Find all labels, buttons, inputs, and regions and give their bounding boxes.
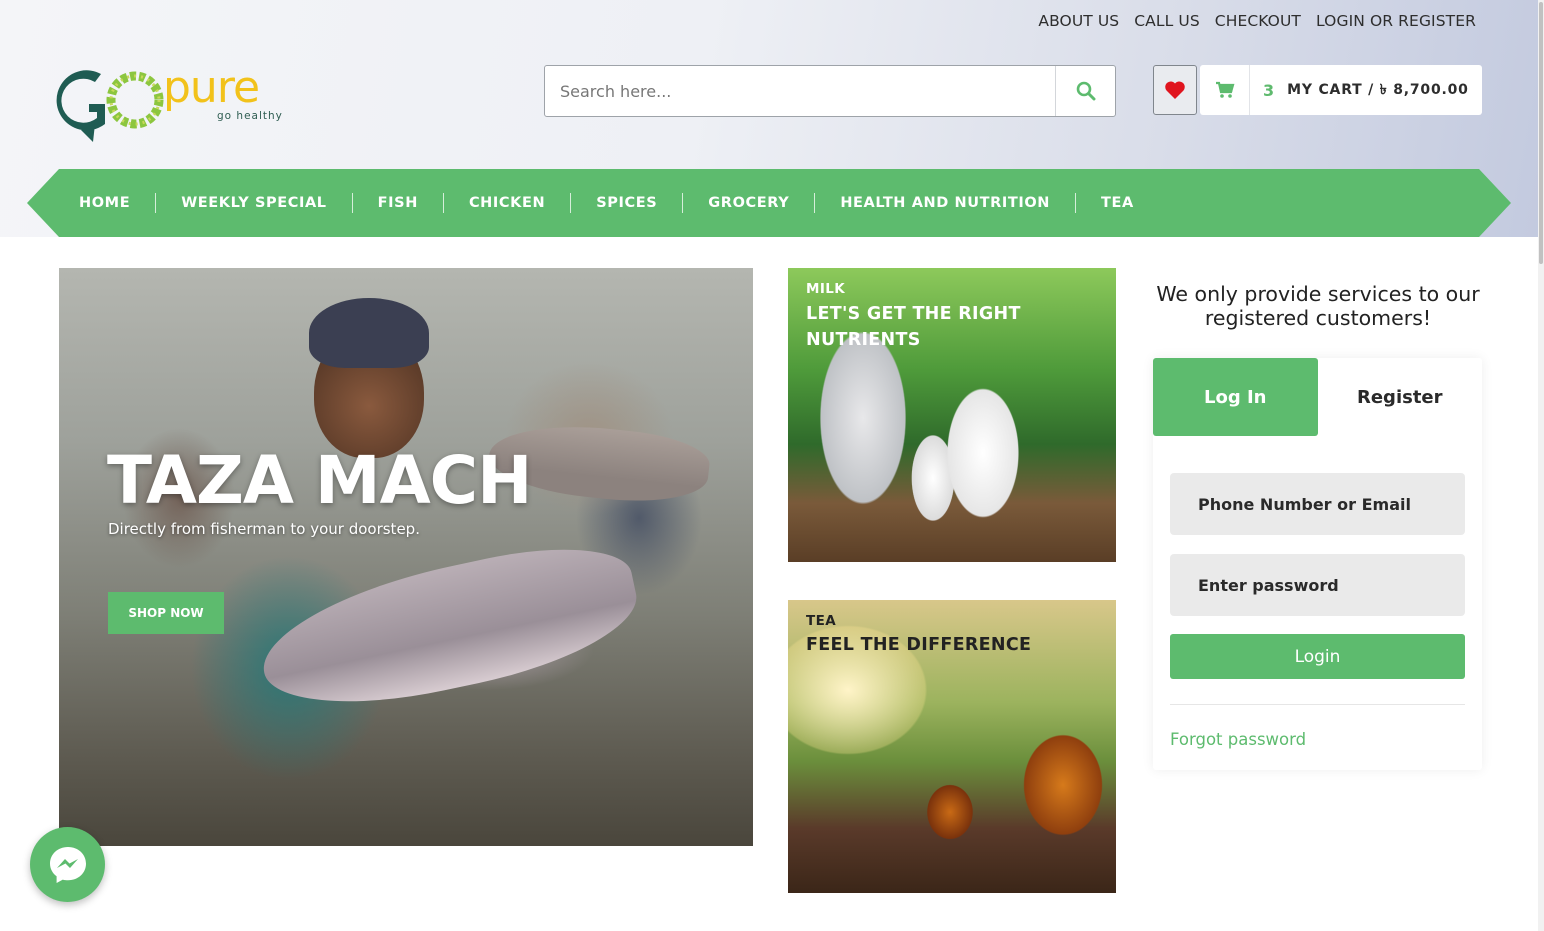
forgot-password-link[interactable]: Forgot password xyxy=(1170,730,1306,749)
messenger-button[interactable] xyxy=(30,827,105,902)
password-field[interactable] xyxy=(1170,554,1465,616)
top-link-about-us[interactable]: ABOUT US xyxy=(1038,12,1119,30)
top-links: ABOUT US CALL US CHECKOUT LOGIN OR REGIS… xyxy=(1038,12,1476,30)
hero-subtitle: Directly from fisherman to your doorstep… xyxy=(108,520,420,538)
promo-card-tea[interactable]: TEA FEEL THE DIFFERENCE xyxy=(788,600,1116,893)
cart-icon xyxy=(1215,81,1234,98)
logo-go-mark xyxy=(56,70,164,142)
nav-item-chicken[interactable]: CHICKEN xyxy=(444,193,572,213)
cart-icon-box xyxy=(1200,65,1250,115)
nav-item-fish[interactable]: FISH xyxy=(353,193,444,213)
hero-banner: TAZA MACH Directly from fisherman to you… xyxy=(59,268,753,846)
wishlist-button[interactable] xyxy=(1153,65,1197,115)
promo-card-milk[interactable]: MILK LET'S GET THE RIGHT NUTRIENTS xyxy=(788,268,1116,562)
hero-fish xyxy=(250,529,648,727)
auth-panel: Log In Register Login Forgot password xyxy=(1153,358,1482,770)
nav-item-home[interactable]: HOME xyxy=(54,193,157,213)
nav-item-grocery[interactable]: GROCERY xyxy=(683,193,816,213)
tab-register[interactable]: Register xyxy=(1318,358,1483,436)
tab-log-in[interactable]: Log In xyxy=(1153,358,1318,436)
promo-headline: LET'S GET THE RIGHT NUTRIENTS xyxy=(806,304,1021,350)
promo-headline: FEEL THE DIFFERENCE xyxy=(806,635,1032,655)
search-icon xyxy=(1076,81,1095,101)
shop-now-button[interactable]: SHOP NOW xyxy=(108,592,224,634)
header: ABOUT US CALL US CHECKOUT LOGIN OR REGIS… xyxy=(0,0,1538,237)
main-nav: HOME WEEKLY SPECIAL FISH CHICKEN SPICES … xyxy=(27,169,1511,237)
search-bar xyxy=(544,65,1116,117)
top-link-login-register[interactable]: LOGIN OR REGISTER xyxy=(1316,12,1476,30)
promo-kicker: TEA xyxy=(806,613,837,629)
login-button[interactable]: Login xyxy=(1170,634,1465,679)
search-button[interactable] xyxy=(1055,66,1115,116)
page-scrollbar[interactable] xyxy=(1538,0,1544,931)
divider xyxy=(1170,704,1465,705)
nav-item-health-and-nutrition[interactable]: HEALTH AND NUTRITION xyxy=(815,193,1077,213)
top-link-checkout[interactable]: CHECKOUT xyxy=(1215,12,1301,30)
auth-tabs: Log In Register xyxy=(1153,358,1482,436)
logo-tagline: go healthy xyxy=(217,110,283,122)
identity-field[interactable] xyxy=(1170,473,1465,535)
messenger-icon xyxy=(49,846,86,883)
hero-turban xyxy=(309,298,429,368)
search-input[interactable] xyxy=(545,66,1055,116)
cart-count: 3 xyxy=(1263,80,1275,100)
hero-title: TAZA MACH xyxy=(107,442,532,519)
nav-item-weekly-special[interactable]: WEEKLY SPECIAL xyxy=(156,193,353,213)
logo-wordmark: pure xyxy=(163,62,260,113)
logo[interactable]: pure go healthy xyxy=(55,62,295,142)
nav-item-tea[interactable]: TEA xyxy=(1076,193,1159,213)
cart-button[interactable]: 3 MY CART / ৳ 8,700.00 xyxy=(1200,65,1482,115)
scrollbar-thumb[interactable] xyxy=(1539,2,1543,264)
top-link-call-us[interactable]: CALL US xyxy=(1134,12,1200,30)
cart-total: MY CART / ৳ 8,700.00 xyxy=(1287,82,1469,98)
heart-icon xyxy=(1165,81,1185,99)
registered-notice: We only provide services to our register… xyxy=(1156,282,1480,330)
nav-item-spices[interactable]: SPICES xyxy=(571,193,684,213)
promo-kicker: MILK xyxy=(806,281,846,297)
